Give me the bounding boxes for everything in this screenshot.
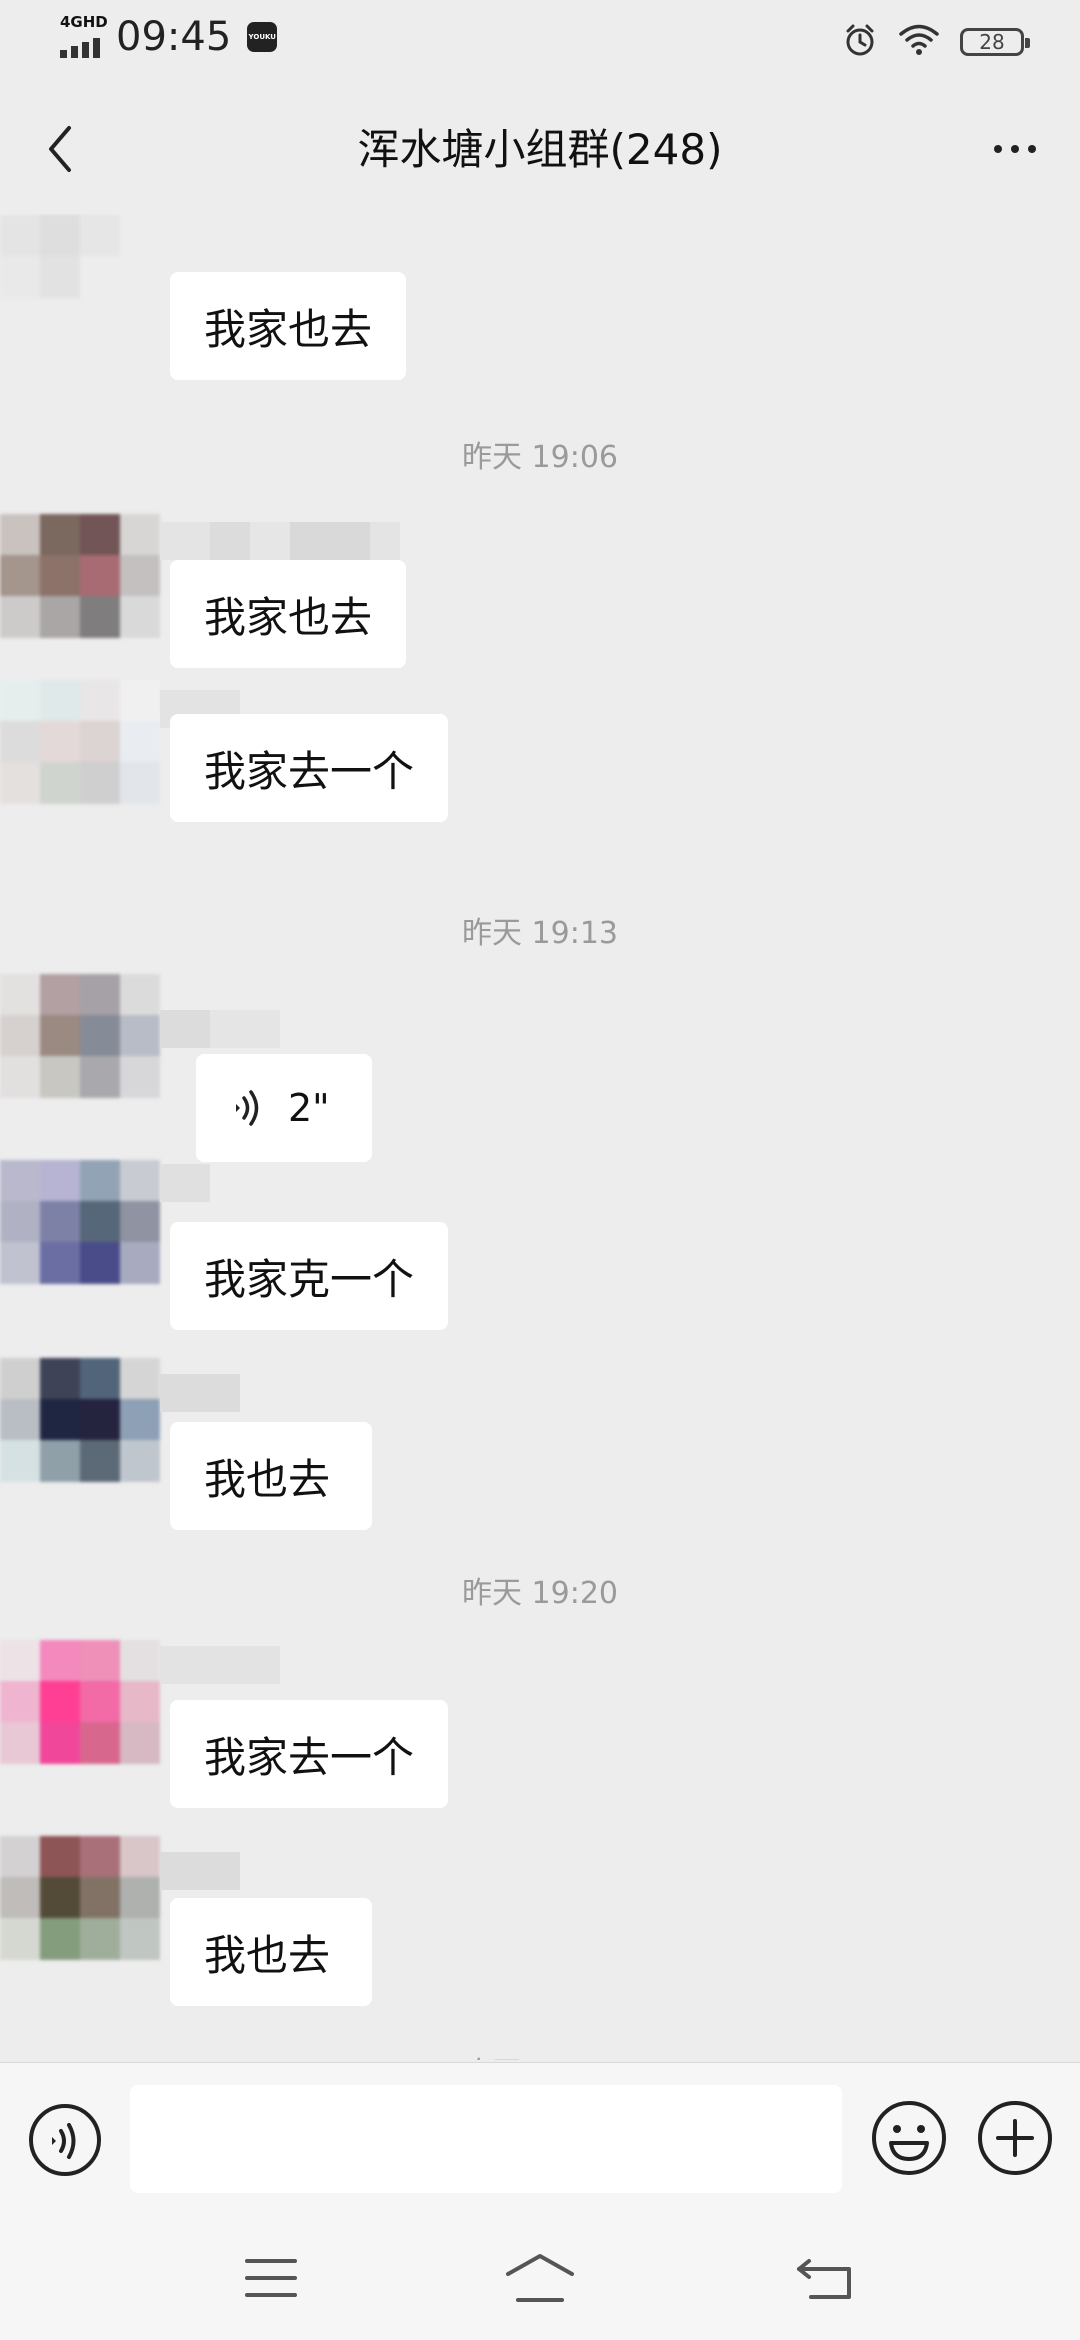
message-bubble[interactable]: 我家去一个 (170, 714, 449, 822)
return-button[interactable] (784, 2246, 864, 2310)
voice-message-bubble[interactable]: 2" (196, 1054, 372, 1162)
message-input[interactable] (130, 2085, 842, 2193)
wifi-icon (898, 23, 940, 61)
timestamp: 昨天 19:13 (462, 916, 618, 951)
home-button[interactable] (500, 2246, 580, 2310)
more-icon (994, 145, 1002, 153)
timestamp: 昨天 19:36 (0, 2048, 1080, 2060)
nickname-placeholder (160, 1374, 240, 1412)
nickname-placeholder (160, 1852, 240, 1890)
cellular-signal-icon: 4GHD (58, 14, 108, 60)
message-bubble[interactable]: 我家也去 (170, 560, 407, 668)
timestamp: 昨天 19:20 (462, 1576, 618, 1611)
alarm-icon (842, 22, 878, 62)
input-bar (0, 2062, 1080, 2216)
nickname-placeholder (160, 1646, 280, 1684)
more-button[interactable] (980, 124, 1050, 174)
emoji-icon (872, 2101, 946, 2175)
voice-playback-icon (236, 1090, 259, 1126)
message-bubble[interactable]: 我也去 (170, 1898, 372, 2006)
more-actions-button[interactable] (976, 2099, 1054, 2177)
home-icon (506, 2254, 574, 2302)
network-type: 4GHD (60, 13, 108, 31)
return-icon (797, 2259, 851, 2299)
emoji-button[interactable] (870, 2099, 948, 2177)
nickname-placeholder (160, 1010, 280, 1048)
message-bubble[interactable]: 我家克一个 (170, 1222, 449, 1330)
nickname-placeholder (160, 522, 400, 560)
menu-icon (245, 2259, 297, 2297)
avatar[interactable] (0, 1358, 160, 1482)
message-bubble[interactable]: 我家也去 (170, 272, 407, 380)
voice-input-icon (29, 2104, 101, 2176)
youku-app-icon: YOUKU (247, 22, 278, 52)
nickname-placeholder (160, 1164, 210, 1202)
avatar[interactable] (0, 514, 160, 638)
avatar[interactable] (0, 680, 160, 804)
avatar[interactable] (0, 974, 160, 1098)
voice-input-button[interactable] (28, 2103, 102, 2177)
status-bar: 4GHD 09:45 YOUKU 28 (0, 0, 1080, 84)
message-bubble[interactable]: 我家去一个 (170, 1700, 449, 1808)
avatar[interactable] (0, 1836, 160, 1960)
plus-icon (978, 2101, 1052, 2175)
chat-header: 浑水塘小组群(248) (0, 84, 1080, 214)
menu-button[interactable] (231, 2246, 311, 2310)
system-navigation-bar (0, 2216, 1080, 2340)
message-bubble[interactable]: 我也去 (170, 1422, 372, 1530)
avatar[interactable] (0, 1160, 160, 1284)
avatar[interactable] (0, 1640, 160, 1764)
message-list[interactable]: 我家也去 昨天 19:06 我家也去 我家去一个 昨天 19:13 2" 我家克… (0, 214, 1080, 2060)
status-time: 09:45 (116, 14, 232, 60)
chat-title: 浑水塘小组群(248) (357, 125, 723, 174)
avatar[interactable] (0, 214, 160, 298)
voice-duration: 2" (288, 1086, 330, 1130)
battery-icon: 28 (960, 28, 1030, 56)
timestamp: 昨天 19:06 (462, 440, 618, 475)
